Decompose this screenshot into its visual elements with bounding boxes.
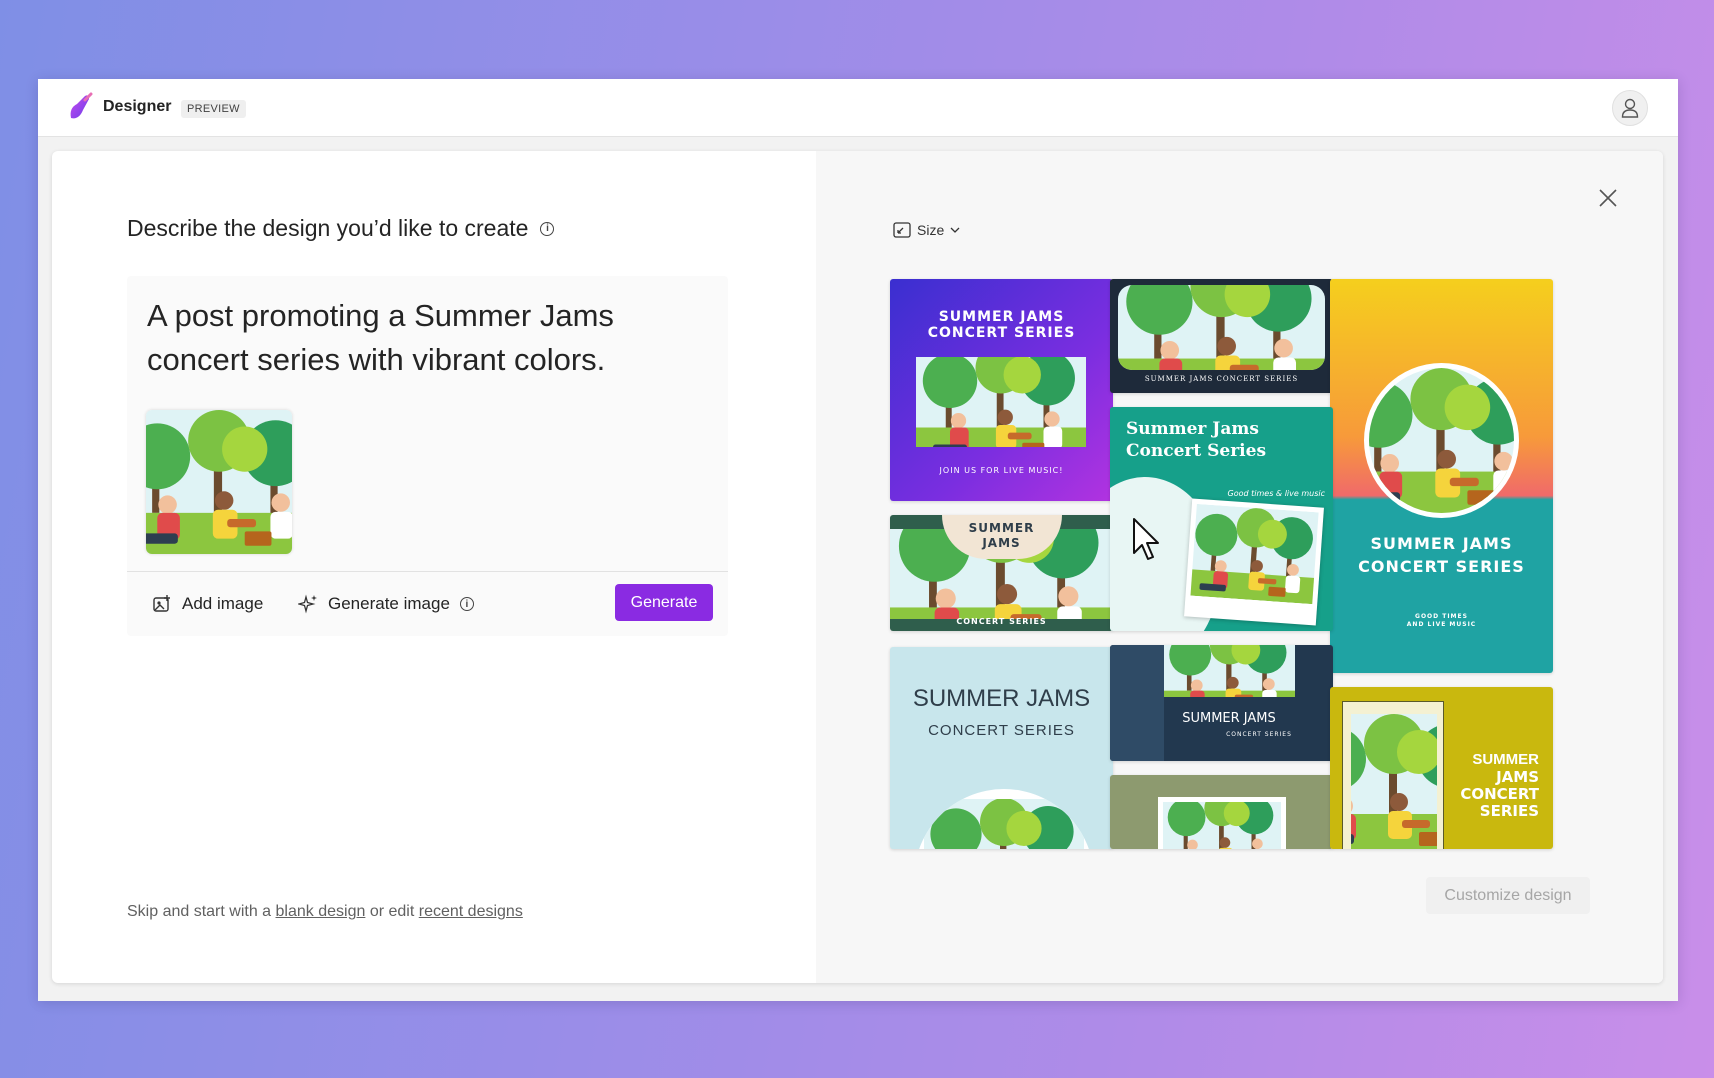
tile-tagline: Good times & live music — [1227, 489, 1325, 498]
tile-subtitle: Concert Series — [1126, 441, 1267, 461]
design-suggestions-pane: Size SUMMER JAMS CONCERT SERIES JOIN US … — [816, 151, 1663, 983]
prompt-box[interactable]: A post promoting a Summer Jams concert s… — [127, 276, 728, 636]
picnic-illustration — [1190, 504, 1318, 604]
generate-image-label: Generate image — [328, 594, 450, 613]
blank-design-link[interactable]: blank design — [276, 903, 366, 920]
tile-title: Summer Jams — [1126, 419, 1259, 439]
skip-middle: or edit — [369, 903, 415, 920]
divider — [127, 571, 728, 572]
photo-frame — [1158, 797, 1286, 849]
tile-title: SUMMER JAMS — [1182, 711, 1276, 726]
picnic-illustration — [916, 357, 1086, 447]
tile-footer: CONCERT SERIES — [956, 617, 1047, 626]
tile-line4: SERIES — [1479, 802, 1539, 820]
close-icon[interactable] — [1597, 187, 1619, 209]
attached-image-thumbnail[interactable] — [146, 410, 292, 554]
create-design-dialog: Describe the design you’d like to create… — [52, 151, 1663, 983]
user-icon — [1621, 98, 1639, 118]
tile-title: SUMMER JAMS — [938, 309, 1065, 325]
customize-design-button[interactable]: Customize design — [1426, 877, 1590, 914]
designer-logo-icon — [70, 92, 93, 119]
tile-subtitle: CONCERT SERIES — [927, 325, 1076, 341]
tile-footer: JOIN US FOR LIVE MUSIC! — [939, 466, 1064, 475]
tile-subtitle: CONCERT SERIES — [1226, 731, 1292, 738]
picnic-illustration — [1351, 714, 1437, 849]
design-tile-2[interactable]: SUMMER JAMS CONCERT SERIES — [1110, 279, 1333, 393]
tile-title: SUMMER — [968, 521, 1035, 535]
add-image-label: Add image — [182, 594, 264, 613]
tile-subtitle: CONCERT SERIES — [1358, 557, 1525, 576]
polaroid-frame — [1184, 498, 1324, 626]
tile-footer: SUMMER JAMS CONCERT SERIES — [1144, 375, 1299, 383]
tile-subtitle: JAMS — [982, 536, 1021, 550]
size-label: Size — [917, 222, 945, 238]
picnic-illustration — [924, 799, 1084, 849]
size-dropdown[interactable]: Size — [893, 222, 960, 238]
design-tile-7[interactable]: SUMMER JAMS CONCERT SERIES — [1110, 645, 1333, 761]
generate-image-button[interactable]: Generate image i — [298, 594, 474, 614]
picnic-illustration — [1118, 285, 1325, 370]
design-tile-3[interactable]: SUMMER JAMS CONCERT SERIES GOOD TIMES AN… — [1330, 279, 1553, 673]
picnic-illustration — [1164, 645, 1295, 697]
add-image-icon — [153, 595, 170, 612]
circle-photo — [1364, 363, 1519, 518]
app-window: Designer PREVIEW Describe the design you… — [38, 79, 1678, 1001]
cursor-icon — [1133, 518, 1159, 560]
tile-title: SUMMER JAMS — [1370, 534, 1513, 553]
info-icon[interactable]: i — [459, 597, 474, 611]
prompt-heading: Describe the design you’d like to create… — [127, 215, 555, 242]
design-tile-4[interactable]: SUMMER JAMS CONCERT SERIES — [890, 515, 1113, 631]
user-avatar-button[interactable] — [1612, 90, 1648, 126]
prompt-input[interactable]: A post promoting a Summer Jams concert s… — [147, 294, 707, 382]
app-title: Designer — [103, 98, 172, 115]
photo-frame — [1342, 701, 1444, 849]
sparkle-icon — [298, 594, 317, 614]
app-header: Designer PREVIEW — [38, 79, 1678, 137]
picnic-illustration — [1369, 368, 1514, 513]
chevron-down-icon — [950, 227, 960, 233]
recent-designs-link[interactable]: recent designs — [419, 903, 523, 920]
tile-subtitle: CONCERT SERIES — [928, 722, 1075, 739]
preview-badge: PREVIEW — [181, 100, 246, 118]
skip-prefix: Skip and start with a — [127, 903, 272, 920]
info-icon[interactable]: i — [540, 221, 555, 236]
tile-sub2: AND LIVE MUSIC — [1406, 621, 1477, 628]
arch-shape — [914, 789, 1094, 849]
tile-title: SUMMER JAMS — [912, 685, 1091, 712]
generate-button[interactable]: Generate — [615, 584, 713, 621]
heading-text: Describe the design you’d like to create — [127, 215, 529, 241]
add-image-button[interactable]: Add image — [152, 594, 263, 614]
picnic-illustration — [1163, 802, 1281, 849]
tile-line3: CONCERT — [1460, 785, 1539, 803]
design-tile-1[interactable]: SUMMER JAMS CONCERT SERIES JOIN US FOR L… — [890, 279, 1113, 501]
design-tile-6[interactable]: SUMMER JAMS CONCERT SERIES — [890, 647, 1113, 849]
tile-sub1: GOOD TIMES — [1415, 613, 1468, 620]
design-tile-9[interactable]: SUMMER JAMS CONCERT SERIES — [1330, 687, 1553, 849]
tile-line2: JAMS — [1496, 768, 1539, 786]
design-tile-8[interactable] — [1110, 775, 1333, 849]
skip-line: Skip and start with a blank design or ed… — [127, 903, 523, 921]
resize-icon — [893, 222, 911, 238]
panel-block — [1110, 645, 1164, 761]
picnic-illustration — [146, 410, 292, 554]
tile-line1: SUMMER — [1472, 751, 1539, 768]
